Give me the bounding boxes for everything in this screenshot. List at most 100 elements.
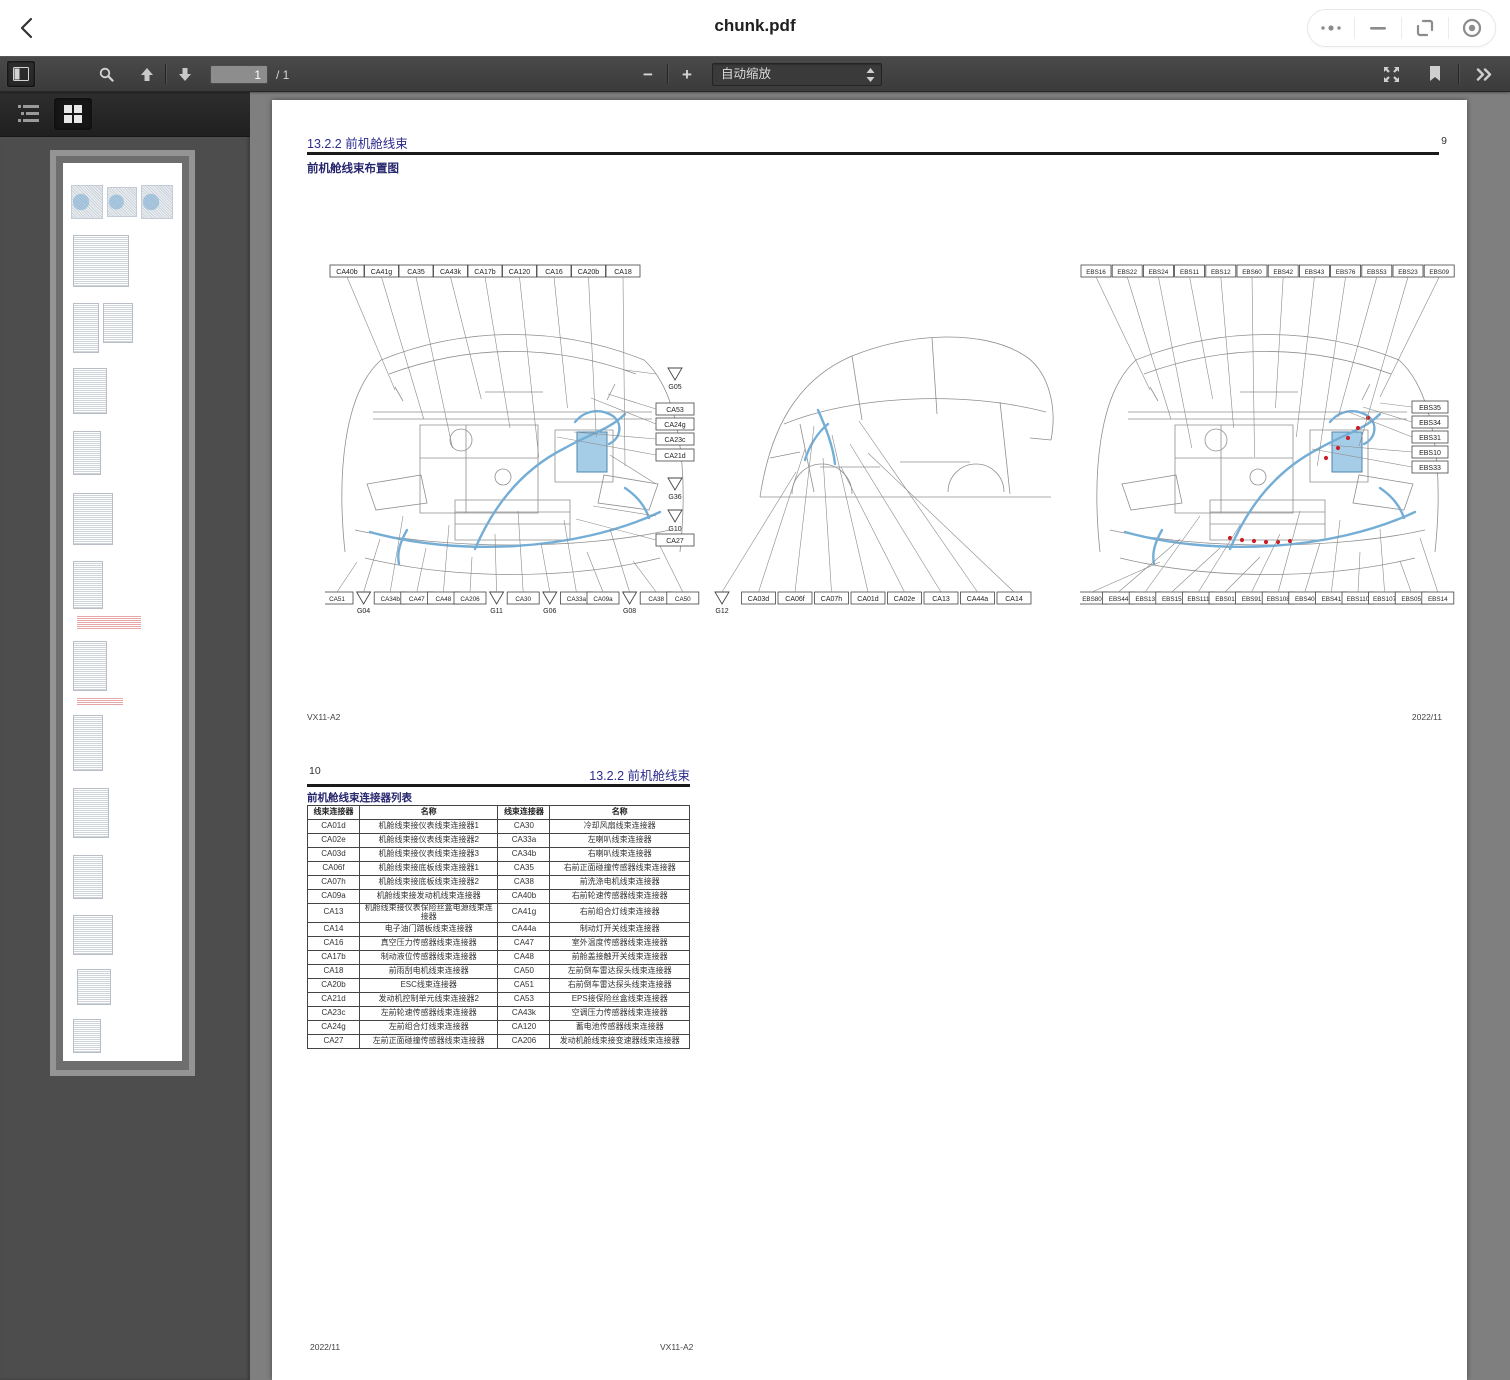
- section9-title: 13.2.2 前机舱线束: [307, 133, 408, 152]
- engine-bay-diagram-left: CA40bCA41gCA35CA43kCA17bCA120CA16CA20bCA…: [325, 262, 700, 618]
- more-tools-icon[interactable]: [1470, 61, 1498, 87]
- table-cell: 右喇叭线束连接器: [550, 848, 690, 862]
- svg-text:EBS31: EBS31: [1419, 435, 1441, 442]
- table-cell: 右前轮速传感器线束连接器: [550, 890, 690, 904]
- connector-label: CA13: [924, 592, 958, 604]
- connector-label: EBS22: [1112, 265, 1142, 277]
- vehicle-body-diagram-middle: G12CA03dCA06fCA07hCA01dCA02eCA13CA44aCA1…: [700, 262, 1070, 618]
- table-cell: CA09a: [308, 890, 360, 904]
- connector-label: EBS16: [1081, 265, 1111, 277]
- table-cell: CA33a: [498, 834, 550, 848]
- svg-text:G04: G04: [357, 608, 370, 615]
- svg-text:EBS41: EBS41: [1322, 596, 1342, 603]
- svg-text:CA06f: CA06f: [785, 596, 805, 603]
- svg-text:EBS05: EBS05: [1401, 596, 1421, 603]
- connector-label: EBS33: [1412, 461, 1448, 473]
- table-cell: 电子油门踏板线束连接器: [359, 922, 498, 936]
- connector-label: CA44a: [961, 592, 995, 604]
- table-cell: 机舱线束接仪表保险丝盒电源线束连接器: [359, 904, 498, 923]
- svg-text:EBS110: EBS110: [1347, 596, 1370, 603]
- table-cell: CA34b: [498, 848, 550, 862]
- svg-text:EBS107: EBS107: [1373, 596, 1397, 603]
- exit-target-icon[interactable]: [1449, 10, 1495, 46]
- svg-text:EBS11: EBS11: [1180, 269, 1200, 276]
- bookmark-icon[interactable]: [1421, 61, 1449, 87]
- svg-text:CA24g: CA24g: [664, 422, 686, 429]
- svg-text:CA21d: CA21d: [664, 453, 686, 460]
- connector-label: EBS53: [1362, 265, 1392, 277]
- connector-label: CA09a: [587, 592, 619, 604]
- table-cell: 机舱线束接仪表线束连接器3: [359, 848, 498, 862]
- table-header-cell: 名称: [359, 806, 498, 820]
- connector-label: EBS11: [1175, 265, 1205, 277]
- svg-text:EBS60: EBS60: [1242, 269, 1262, 276]
- connector-label: CA07h: [815, 592, 849, 604]
- connector-label: EBS14: [1422, 592, 1454, 604]
- svg-text:CA03d: CA03d: [748, 596, 770, 603]
- svg-text:EBS76: EBS76: [1336, 269, 1356, 276]
- page-number-input[interactable]: [210, 65, 268, 84]
- connector-label: CA14: [997, 592, 1031, 604]
- svg-text:EBS09: EBS09: [1429, 269, 1449, 276]
- section9-pageno: 9: [1441, 135, 1447, 147]
- svg-text:CA20b: CA20b: [578, 269, 600, 276]
- svg-text:CA16: CA16: [545, 269, 563, 276]
- connector-label: EBS43: [1299, 265, 1329, 277]
- svg-text:EBS16: EBS16: [1086, 269, 1106, 276]
- svg-text:CA17b: CA17b: [474, 269, 496, 276]
- table-row: CA03d机舱线束接仪表线束连接器3CA34b右喇叭线束连接器: [308, 848, 690, 862]
- table-row: CA06f机舱线束接底板线束连接器1CA35右前正面碰撞传感器线束连接器: [308, 862, 690, 876]
- table-cell: CA35: [498, 862, 550, 876]
- presentation-mode-icon[interactable]: [1377, 61, 1405, 87]
- svg-text:CA01d: CA01d: [857, 596, 879, 603]
- connector-label: CA35: [399, 265, 433, 277]
- outline-view-icon[interactable]: [10, 98, 48, 130]
- sidebar-toggle-button[interactable]: [7, 61, 35, 87]
- table-cell: 机舱线束接底板线束连接器2: [359, 876, 498, 890]
- ground-symbol: G12: [715, 592, 729, 615]
- svg-text:EBS43: EBS43: [1305, 269, 1325, 276]
- table-cell: CA07h: [308, 876, 360, 890]
- search-icon[interactable]: [92, 61, 120, 87]
- table-cell: 前雨刮电机线束连接器: [359, 964, 498, 978]
- table-cell: 真空压力传感器线束连接器: [359, 936, 498, 950]
- thumbnail-page-1[interactable]: [50, 150, 195, 1076]
- minimize-icon[interactable]: [1355, 10, 1401, 46]
- table-cell: CA48: [498, 950, 550, 964]
- table-row: CA07h机舱线束接底板线束连接器2CA38前洗涤电机线束连接器: [308, 876, 690, 890]
- zoom-mode-select[interactable]: 自动缩放: [712, 63, 882, 86]
- connector-label: CA51: [325, 592, 353, 604]
- svg-text:G11: G11: [490, 608, 503, 615]
- rule: [307, 152, 1439, 155]
- table-cell: CA44a: [498, 922, 550, 936]
- document-title: chunk.pdf: [0, 16, 1510, 36]
- table-cell: 前洗涤电机线束连接器: [550, 876, 690, 890]
- table-cell: 左前轮速传感器线束连接器: [359, 1006, 498, 1020]
- svg-text:CA23c: CA23c: [664, 437, 686, 444]
- table-cell: CA38: [498, 876, 550, 890]
- svg-text:EBS40: EBS40: [1295, 596, 1315, 603]
- connector-table-head: 线束连接器名称线束连接器名称: [308, 806, 690, 820]
- float-window-icon[interactable]: [1402, 10, 1448, 46]
- zoom-out-button[interactable]: −: [634, 61, 662, 87]
- svg-text:EBS42: EBS42: [1273, 269, 1293, 276]
- thumbnails-view-icon[interactable]: [54, 98, 92, 130]
- table-cell: 发动机控制单元线束连接器2: [359, 992, 498, 1006]
- previous-page-button[interactable]: [133, 61, 161, 87]
- thumbnail-preview: [63, 163, 182, 1061]
- more-options-icon[interactable]: [1308, 10, 1354, 46]
- svg-text:CA43k: CA43k: [440, 269, 462, 276]
- svg-text:EBS15: EBS15: [1162, 596, 1182, 603]
- table-row: CA18前雨刮电机线束连接器CA50左前倒车雷达探头线束连接器: [308, 964, 690, 978]
- table-cell: CA24g: [308, 1020, 360, 1034]
- svg-text:EBS53: EBS53: [1367, 269, 1387, 276]
- connector-label: EBS60: [1237, 265, 1267, 277]
- next-page-button[interactable]: [171, 61, 199, 87]
- table-cell: CA51: [498, 978, 550, 992]
- table-cell: CA21d: [308, 992, 360, 1006]
- zoom-in-button[interactable]: +: [673, 61, 701, 87]
- pdf-viewer-canvas[interactable]: 13.2.2 前机舱线束 9 前机舱线束布置图 CA40bCA41gCA35CA…: [250, 92, 1510, 1380]
- table-cell: CA43k: [498, 1006, 550, 1020]
- svg-text:EBS35: EBS35: [1419, 405, 1441, 412]
- svg-text:EBS13: EBS13: [1135, 596, 1155, 603]
